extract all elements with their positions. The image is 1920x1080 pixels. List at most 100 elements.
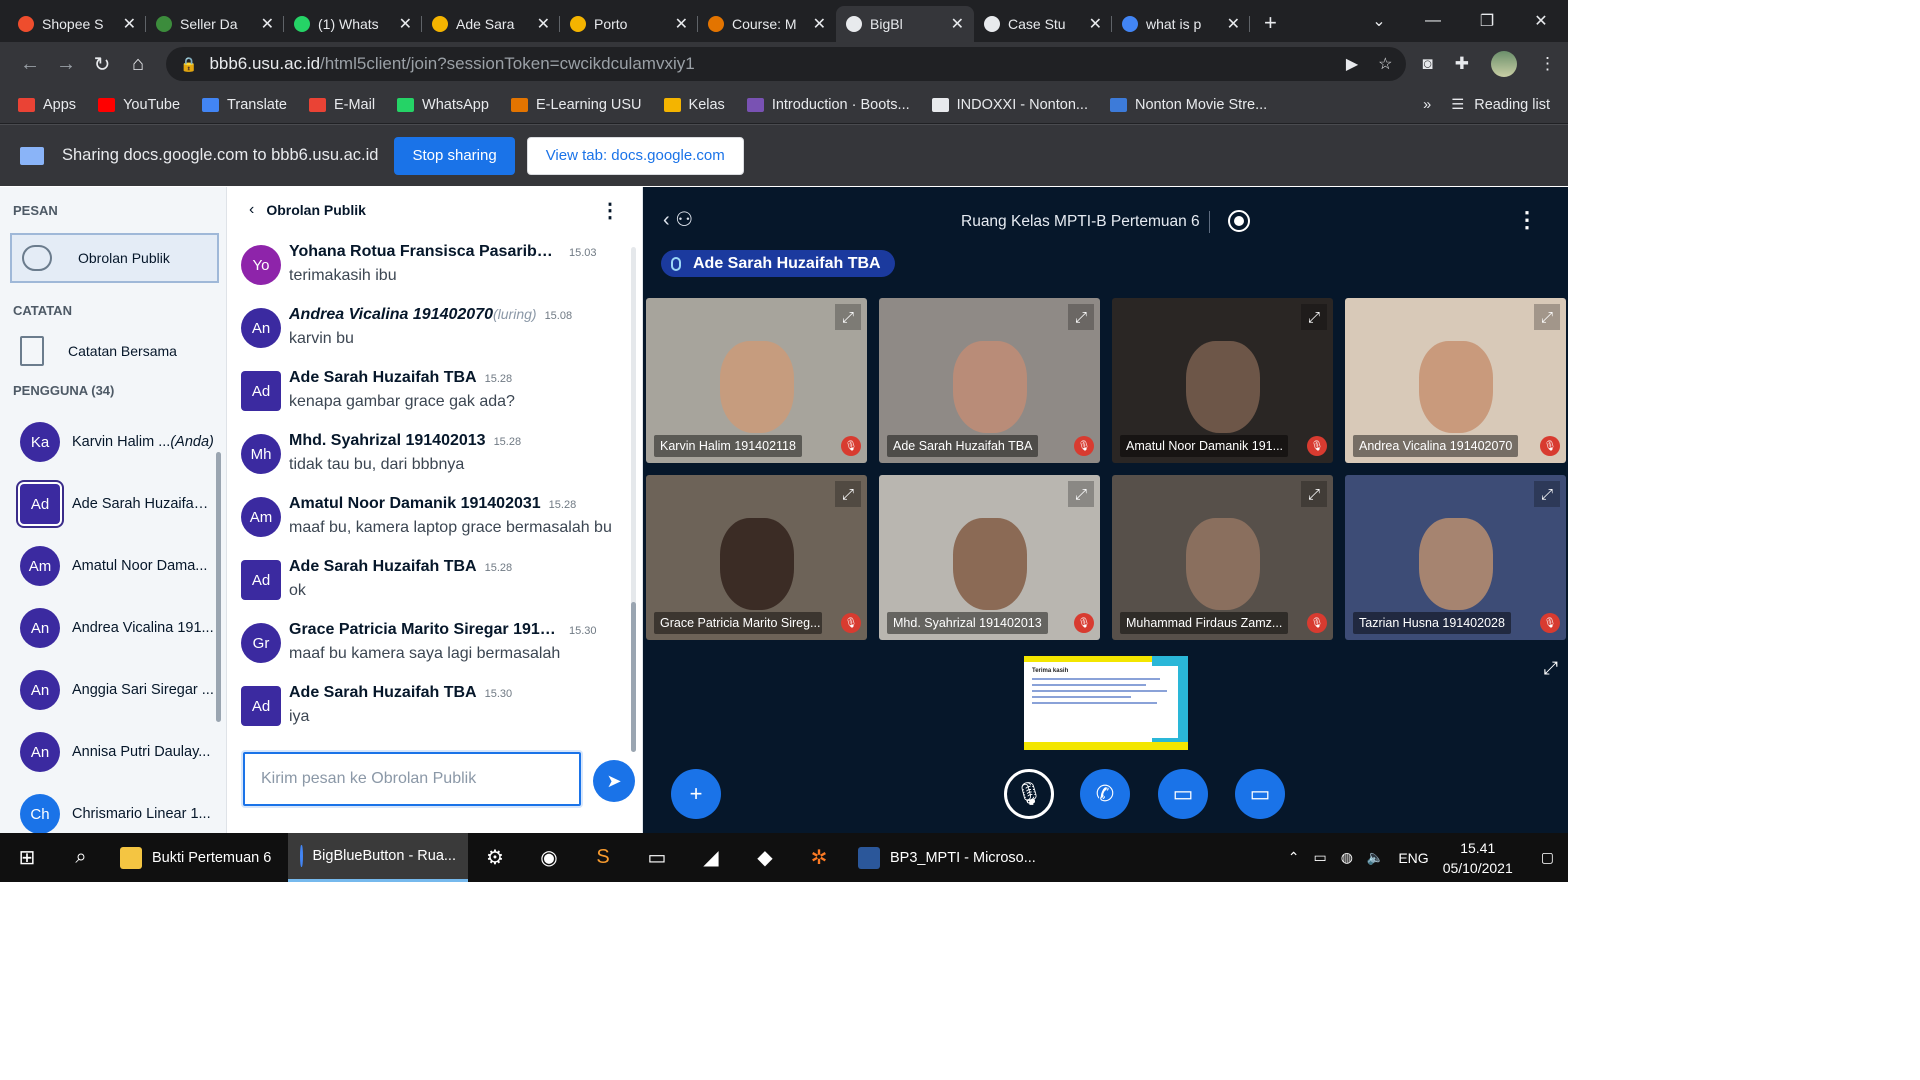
bookmark-item[interactable]: Nonton Movie Stre... [1110,97,1267,113]
webcam-button[interactable]: ▭ [1158,769,1208,819]
discord-icon[interactable]: ◉ [522,833,576,882]
network-icon[interactable]: ◍ [1341,849,1353,866]
extension-icon[interactable]: ◙ [1422,54,1432,74]
webcam-user-name[interactable]: Muhammad Firdaus Zamz... [1120,612,1288,634]
chat-scrollbar[interactable] [631,247,636,752]
notifications-icon[interactable]: ▢ [1541,849,1554,866]
user-item[interactable]: Ka Karvin Halim ...(Anda) [0,411,226,473]
chat-message-input[interactable]: Kirim pesan ke Obrolan Publik [243,752,581,806]
webcam-tile[interactable]: ⤢ Muhammad Firdaus Zamz... 🎙 [1112,475,1333,640]
presentation-slide[interactable]: Terima kasih [1024,656,1188,750]
tab-close-icon[interactable]: ✕ [813,14,826,34]
tab-search-icon[interactable]: ⌄ [1352,11,1406,31]
package-icon[interactable]: ◆ [738,833,792,882]
chat-title[interactable]: Obrolan Publik [266,202,366,218]
webcam-tile[interactable]: ⤢ Andrea Vicalina 191402070 🎙 [1345,298,1566,463]
user-item[interactable]: Am Amatul Noor Dama... [0,535,226,597]
webcam-tile[interactable]: ⤢ Karvin Halim 191402118 🎙 [646,298,867,463]
expand-icon[interactable]: ⤢ [835,481,861,507]
camera-in-use-icon[interactable]: ▶ [1346,54,1358,74]
user-item[interactable]: An Annisa Putri Daulay... [0,721,226,783]
user-item[interactable]: Ad Ade Sarah Huzaifah ... [0,473,226,535]
bookmark-item[interactable]: WhatsApp [397,97,489,113]
bookmark-item[interactable]: E-Learning USU [510,97,642,113]
webcam-user-name[interactable]: Grace Patricia Marito Sireg... [654,612,822,634]
recording-indicator-icon[interactable] [1228,210,1250,232]
forward-button[interactable]: → [48,53,84,76]
reading-list-button[interactable]: ☰ Reading list [1451,97,1550,113]
editor-icon[interactable]: ◢ [684,833,738,882]
windows-start-icon[interactable]: ⊞ [0,833,54,882]
actions-plus-button[interactable]: + [671,769,721,819]
fullscreen-presentation-icon[interactable]: ⤢ [1544,658,1558,679]
bookmark-item[interactable]: E-Mail [308,97,375,113]
bookmark-item[interactable]: Kelas [663,97,725,113]
expand-icon[interactable]: ⤢ [1301,481,1327,507]
address-bar[interactable]: 🔒 bbb6.usu.ac.id/html5client/join?sessio… [166,47,1407,81]
minimize-button[interactable]: — [1406,12,1460,30]
stop-sharing-button[interactable]: Stop sharing [394,136,515,175]
tab-close-icon[interactable]: ✕ [261,14,274,34]
webcam-tile[interactable]: ⤢ Mhd. Syahrizal 191402013 🎙 [879,475,1100,640]
lock-icon[interactable]: 🔒 [180,56,197,73]
leave-audio-button[interactable]: ✆ [1080,769,1130,819]
taskbar-app[interactable]: BigBlueButton - Rua... [288,833,468,882]
browser-tab[interactable]: BigBl ✕ [836,6,974,42]
bookmark-star-icon[interactable]: ☆ [1378,54,1392,74]
extensions-puzzle-icon[interactable]: ✚ [1455,54,1469,74]
user-item[interactable]: An Andrea Vicalina 191... [0,597,226,659]
tab-close-icon[interactable]: ✕ [399,14,412,34]
expand-icon[interactable]: ⤢ [1534,481,1560,507]
browser-tab[interactable]: Case Stu ✕ [974,6,1112,42]
home-button[interactable]: ⌂ [120,53,156,76]
tab-close-icon[interactable]: ✕ [123,14,136,34]
webcam-user-name[interactable]: Ade Sarah Huzaifah TBA [887,435,1039,457]
webcam-tile[interactable]: ⤢ Amatul Noor Damanik 191... 🎙 [1112,298,1333,463]
terminal-icon[interactable]: ▭ [630,833,684,882]
tab-close-icon[interactable]: ✕ [537,14,550,34]
toggle-userlist-icon[interactable]: ‹ ⚇ [663,207,693,232]
tab-close-icon[interactable]: ✕ [1227,14,1240,34]
taskbar-app[interactable]: Bukti Pertemuan 6 [108,833,288,882]
xampp-icon[interactable]: ✲ [792,833,846,882]
unmute-button[interactable]: 🎙 [1004,769,1054,819]
expand-icon[interactable]: ⤢ [835,304,861,330]
tab-close-icon[interactable]: ✕ [951,14,964,34]
expand-icon[interactable]: ⤢ [1068,481,1094,507]
webcam-tile[interactable]: ⤢ Grace Patricia Marito Sireg... 🎙 [646,475,867,640]
volume-icon[interactable]: 🔈 [1367,849,1384,866]
taskbar-word[interactable]: BP3_MPTI - Microso... [846,833,1048,882]
webcam-user-name[interactable]: Karvin Halim 191402118 [654,435,802,457]
steam-icon[interactable]: ⚙ [468,833,522,882]
reload-button[interactable]: ↻ [84,52,120,77]
shared-notes-item[interactable]: Catatan Bersama [0,325,226,377]
language-indicator[interactable]: ENG [1398,850,1428,866]
browser-tab[interactable]: Shopee S ✕ [8,6,146,42]
profile-avatar[interactable] [1491,51,1517,77]
webcam-user-name[interactable]: Tazrian Husna 191402028 [1353,612,1511,634]
bookmark-item[interactable]: Introduction · Boots... [746,97,910,113]
restore-button[interactable]: ❐ [1460,11,1514,31]
more-bookmarks-button[interactable]: » [1423,97,1431,113]
webcam-tile[interactable]: ⤢ Tazrian Husna 191402028 🎙 [1345,475,1566,640]
search-icon[interactable]: ⌕ [54,833,108,882]
browser-tab[interactable]: (1) Whats ✕ [284,6,422,42]
user-item[interactable]: Ch Chrismario Linear 1... [0,783,226,833]
public-chat-item[interactable]: Obrolan Publik [10,233,219,283]
tab-close-icon[interactable]: ✕ [1089,14,1102,34]
browser-tab[interactable]: Ade Sara ✕ [422,6,560,42]
bookmark-item[interactable]: Translate [202,97,287,113]
tab-close-icon[interactable]: ✕ [675,14,688,34]
bookmark-item[interactable]: YouTube [98,97,180,113]
chat-scroll-thumb[interactable] [631,602,636,752]
send-message-button[interactable]: ➤ [593,760,635,802]
sublime-icon[interactable]: S [576,833,630,882]
webcam-user-name[interactable]: Mhd. Syahrizal 191402013 [887,612,1048,634]
close-window-button[interactable]: ✕ [1514,11,1568,31]
chrome-menu-icon[interactable]: ⋮ [1539,54,1556,74]
user-item[interactable]: An Anggia Sari Siregar ... [0,659,226,721]
bookmark-item[interactable]: Apps [18,97,76,113]
battery-icon[interactable]: ▭ [1313,849,1326,866]
webcam-tile[interactable]: ⤢ Ade Sarah Huzaifah TBA 🎙 [879,298,1100,463]
chevron-left-icon[interactable]: ‹ [249,201,254,219]
